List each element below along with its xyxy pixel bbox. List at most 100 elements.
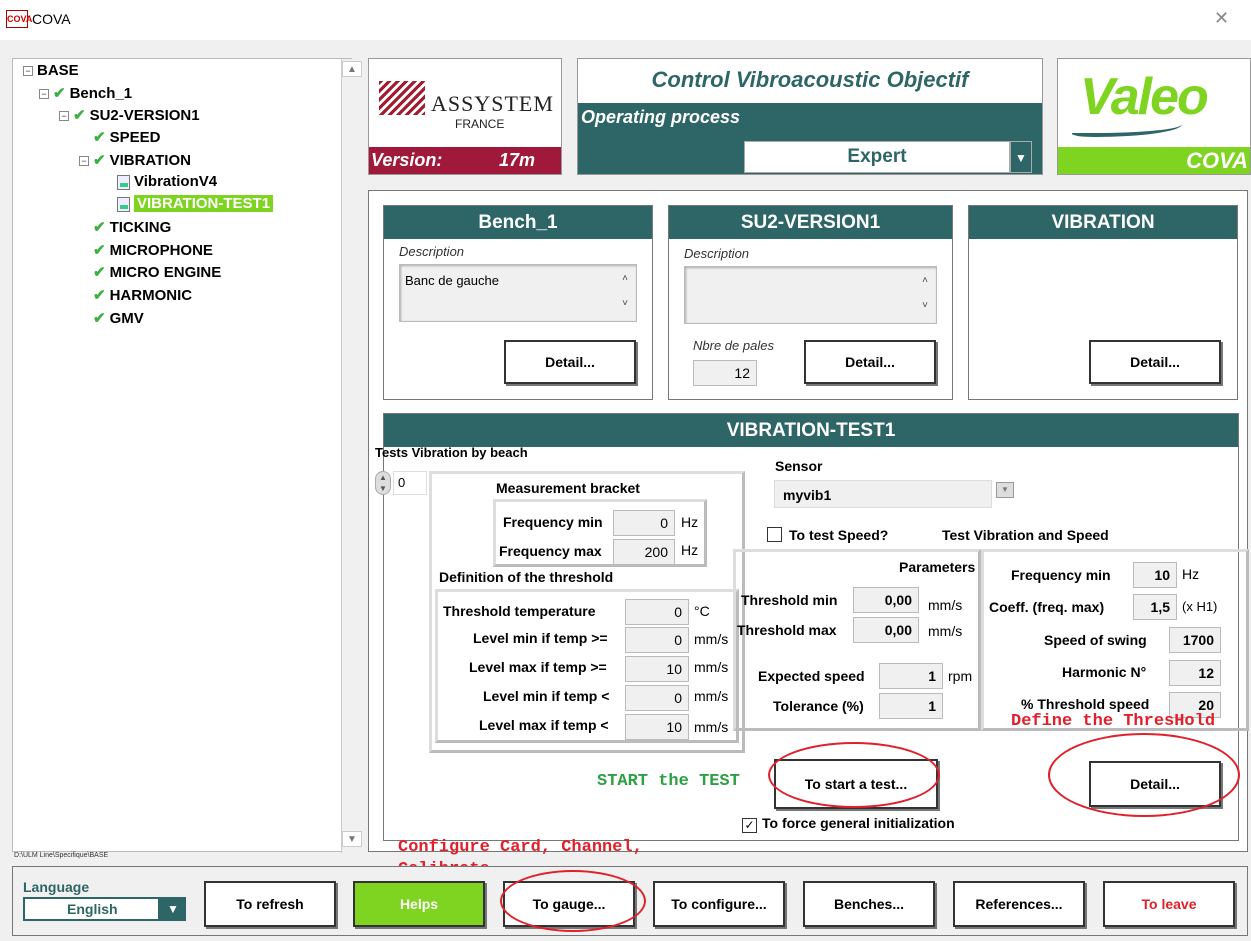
- assystem-sub: FRANCE: [455, 117, 505, 131]
- test-panel-title: VIBRATION-TEST1: [384, 414, 1238, 447]
- expected-speed-field[interactable]: 1: [879, 663, 943, 689]
- level-max-ge-field[interactable]: 10: [625, 656, 689, 682]
- collapse-icon[interactable]: −: [59, 111, 69, 122]
- param-freq-min-field[interactable]: 10: [1133, 562, 1177, 588]
- references-button[interactable]: References...: [953, 881, 1085, 927]
- benches-button[interactable]: Benches...: [803, 881, 935, 927]
- bench-description-label: Description: [399, 244, 465, 259]
- vibration-card-title: VIBRATION: [969, 206, 1237, 239]
- threshold-temp-label: Threshold temperature: [443, 603, 596, 619]
- freq-min-label: Frequency min: [503, 514, 603, 530]
- collapse-icon[interactable]: −: [79, 156, 89, 167]
- tree-item-vibrationv4[interactable]: VibrationV4: [117, 173, 217, 190]
- freq-min-field[interactable]: 0: [613, 510, 675, 536]
- harmonic-field[interactable]: 12: [1169, 660, 1221, 686]
- app-title: Control Vibroacoustic Objectif: [651, 67, 969, 92]
- threshold-max-field[interactable]: 0,00: [853, 617, 919, 643]
- annotation-ring: [768, 742, 940, 808]
- measurement-bracket-label: Measurement bracket: [496, 480, 640, 496]
- desc-scrollbar[interactable]: ˄ ˅: [614, 265, 636, 321]
- beach-spinner-value[interactable]: 0: [393, 471, 427, 495]
- collapse-icon[interactable]: −: [39, 89, 49, 100]
- bench-detail-button[interactable]: Detail...: [504, 340, 636, 384]
- tree-item-gmv[interactable]: ✔ GMV: [93, 309, 144, 327]
- force-init-checkbox[interactable]: ✓: [742, 818, 757, 833]
- version-bar: Version: 17m: [369, 147, 561, 174]
- valeo-swoosh-icon: [1072, 121, 1182, 137]
- close-icon[interactable]: ✕: [1214, 8, 1229, 29]
- hz-unit: Hz: [1182, 566, 1200, 582]
- expected-speed-label: Expected speed: [758, 668, 865, 684]
- annotation-start-test: START the TEST: [597, 772, 740, 791]
- tree-item-harmonic[interactable]: ✔ HARMONIC: [93, 286, 192, 304]
- leave-button[interactable]: To leave: [1103, 881, 1235, 927]
- tree-item-vibration[interactable]: − ✔ VIBRATION: [79, 151, 191, 169]
- test-speed-checkbox[interactable]: [767, 527, 782, 542]
- speed-swing-field[interactable]: 1700: [1169, 627, 1221, 653]
- tree-item-vibration-test1[interactable]: VIBRATION-TEST1: [117, 195, 274, 212]
- language-label: Language: [23, 879, 90, 895]
- desc-scrollbar[interactable]: ˄ ˅: [914, 267, 936, 323]
- operating-process-label: Operating process: [581, 107, 741, 127]
- tree-item-bench[interactable]: − ✔ Bench_1: [39, 84, 132, 102]
- sensor-select[interactable]: myvib1: [774, 480, 992, 508]
- bench-card: Bench_1 Description Banc de gauche ˄ ˅ De…: [383, 205, 653, 400]
- dropdown-arrow-icon[interactable]: ▼: [160, 897, 186, 921]
- tree-view[interactable]: − BASE − ✔ Bench_1 − ✔ SU2-VERSION1 ✔ SPEED − ✔…: [12, 58, 362, 853]
- spinner-icon[interactable]: ▲ ▼: [375, 471, 391, 495]
- level-max-lt-label: Level max if temp <: [479, 717, 609, 733]
- mode-select[interactable]: Expert: [744, 141, 1010, 173]
- scroll-up-icon[interactable]: ▲: [342, 61, 362, 77]
- harmonic-label: Harmonic N°: [1062, 664, 1147, 680]
- scroll-down-icon[interactable]: ▼: [342, 831, 362, 847]
- check-icon: ✔: [93, 219, 106, 236]
- configure-button[interactable]: To configure...: [653, 881, 785, 927]
- pales-label: Nbre de pales: [693, 338, 774, 353]
- tree-item-micro-engine[interactable]: ✔ MICRO ENGINE: [93, 263, 221, 281]
- version-description-field[interactable]: ˄ ˅: [684, 266, 937, 324]
- coeff-field[interactable]: 1,5: [1133, 594, 1177, 620]
- bench-description-field[interactable]: Banc de gauche ˄ ˅: [399, 264, 637, 322]
- level-min-ge-field[interactable]: 0: [625, 627, 689, 653]
- refresh-button[interactable]: To refresh: [204, 881, 336, 927]
- vibration-detail-button[interactable]: Detail...: [1089, 340, 1221, 384]
- threshold-min-label: Threshold min: [741, 592, 838, 608]
- helps-button[interactable]: Helps: [353, 881, 485, 927]
- valeo-logo-panel: Valeo COVA: [1057, 58, 1251, 175]
- mms-unit: mm/s: [928, 623, 963, 639]
- threshold-temp-field[interactable]: 0: [625, 599, 689, 625]
- window-title: COVA: [32, 11, 71, 27]
- version-card-title: SU2-VERSION1: [669, 206, 952, 239]
- app-title-area: Control Vibroacoustic Objectif: [578, 59, 1042, 103]
- level-min-lt-field[interactable]: 0: [625, 685, 689, 711]
- force-init-label: To force general initialization: [762, 815, 955, 831]
- dropdown-arrow-icon[interactable]: ▼: [996, 482, 1014, 498]
- level-max-lt-field[interactable]: 10: [625, 714, 689, 740]
- tree-item-speed[interactable]: ✔ SPEED: [93, 128, 160, 146]
- tree-item-su2-version1[interactable]: − ✔ SU2-VERSION1: [59, 106, 200, 124]
- tree-item-microphone[interactable]: ✔ MICROPHONE: [93, 241, 213, 259]
- check-icon: ✔: [73, 107, 86, 124]
- tolerance-field[interactable]: 1: [879, 693, 943, 719]
- threshold-min-field[interactable]: 0,00: [853, 587, 919, 613]
- freq-max-field[interactable]: 200: [613, 539, 675, 565]
- pales-field[interactable]: 12: [693, 360, 757, 386]
- threshold-speed-label: % Threshold speed: [1021, 696, 1150, 712]
- language-select[interactable]: English: [23, 897, 160, 921]
- assystem-name: ASSYSTEM: [431, 91, 554, 116]
- dropdown-arrow-icon[interactable]: ▼: [1010, 141, 1032, 173]
- tree-item-base[interactable]: − BASE: [23, 62, 79, 79]
- check-icon: ✔: [93, 129, 106, 146]
- assystem-logo-icon: [379, 81, 425, 115]
- check-icon: ✔: [93, 152, 106, 169]
- check-icon: ✔: [93, 287, 106, 304]
- app-icon: COVA: [6, 10, 32, 28]
- check-icon: ✔: [93, 310, 106, 327]
- version-detail-button[interactable]: Detail...: [804, 340, 936, 384]
- hz-unit: Hz: [681, 542, 699, 558]
- tree-item-ticking[interactable]: ✔ TICKING: [93, 218, 171, 236]
- tree-scrollbar[interactable]: ▲ ▼: [341, 59, 362, 853]
- annotation-ring: [1048, 733, 1240, 817]
- collapse-icon[interactable]: −: [23, 66, 33, 77]
- coeff-label: Coeff. (freq. max): [989, 599, 1105, 615]
